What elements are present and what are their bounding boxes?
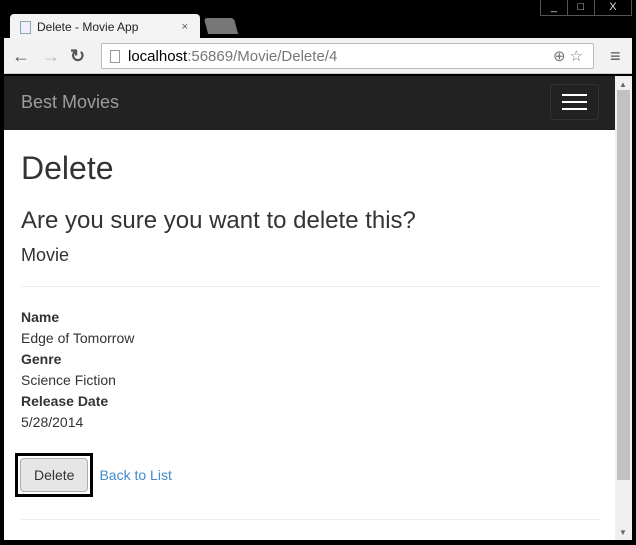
field-value: Edge of Tomorrow [21, 330, 135, 346]
close-window-button[interactable]: X [595, 0, 631, 15]
page-icon [110, 49, 120, 63]
entity-heading: Movie [21, 245, 70, 265]
scroll-down-icon[interactable]: ▼ [619, 528, 627, 537]
field-value: 5/28/2014 [21, 414, 84, 430]
brand-link[interactable]: Best Movies [21, 92, 119, 113]
reload-icon[interactable]: ↻ [70, 46, 85, 67]
forward-icon[interactable]: → [42, 46, 60, 67]
page-icon [20, 20, 31, 34]
new-tab-button[interactable] [203, 18, 239, 34]
url-host: localhost [128, 47, 188, 65]
divider [21, 519, 600, 520]
chrome-menu-icon[interactable]: ≡ [610, 46, 621, 67]
browser-toolbar: ← → ↻ localhost:56869/Movie/Delete/4 ⊕☆ … [4, 38, 632, 74]
divider [21, 286, 600, 287]
scrollbar-thumb[interactable] [617, 90, 630, 480]
minimize-button[interactable]: _ [541, 0, 568, 15]
details-list: Name Edge of Tomorrow Genre Science Fict… [21, 307, 600, 433]
main-content: Delete Are you sure you want to delete t… [15, 130, 600, 540]
back-to-list-link[interactable]: Back to List [99, 467, 171, 483]
back-icon[interactable]: ← [12, 46, 30, 67]
field-label: Genre [21, 351, 62, 367]
confirm-question: Are you sure you want to delete this? [21, 207, 416, 234]
delete-button[interactable]: Delete [20, 458, 89, 492]
field-label: Release Date [21, 393, 109, 409]
bookmark-star-icon[interactable]: ☆ [570, 48, 587, 65]
page-title: Delete [21, 150, 114, 186]
maximize-button[interactable]: □ [568, 0, 595, 15]
navbar-toggle-button[interactable] [550, 84, 599, 120]
url-path: :56869/Movie/Delete/4 [187, 47, 338, 65]
window-controls: _ □ X [540, 0, 632, 16]
field-label: Name [21, 309, 60, 325]
browser-tab[interactable]: Delete - Movie App × [10, 14, 200, 40]
page-viewport: Best Movies Delete Are you sure you want… [4, 76, 615, 540]
tab-title: Delete - Movie App [37, 20, 139, 34]
address-bar[interactable]: localhost:56869/Movie/Delete/4 ⊕☆ [101, 43, 594, 69]
zoom-icon[interactable]: ⊕ [553, 48, 570, 65]
field-value: Science Fiction [21, 372, 116, 388]
tab-close-icon[interactable]: × [182, 21, 188, 33]
navbar: Best Movies [4, 76, 615, 130]
scroll-up-icon[interactable]: ▲ [619, 80, 627, 89]
